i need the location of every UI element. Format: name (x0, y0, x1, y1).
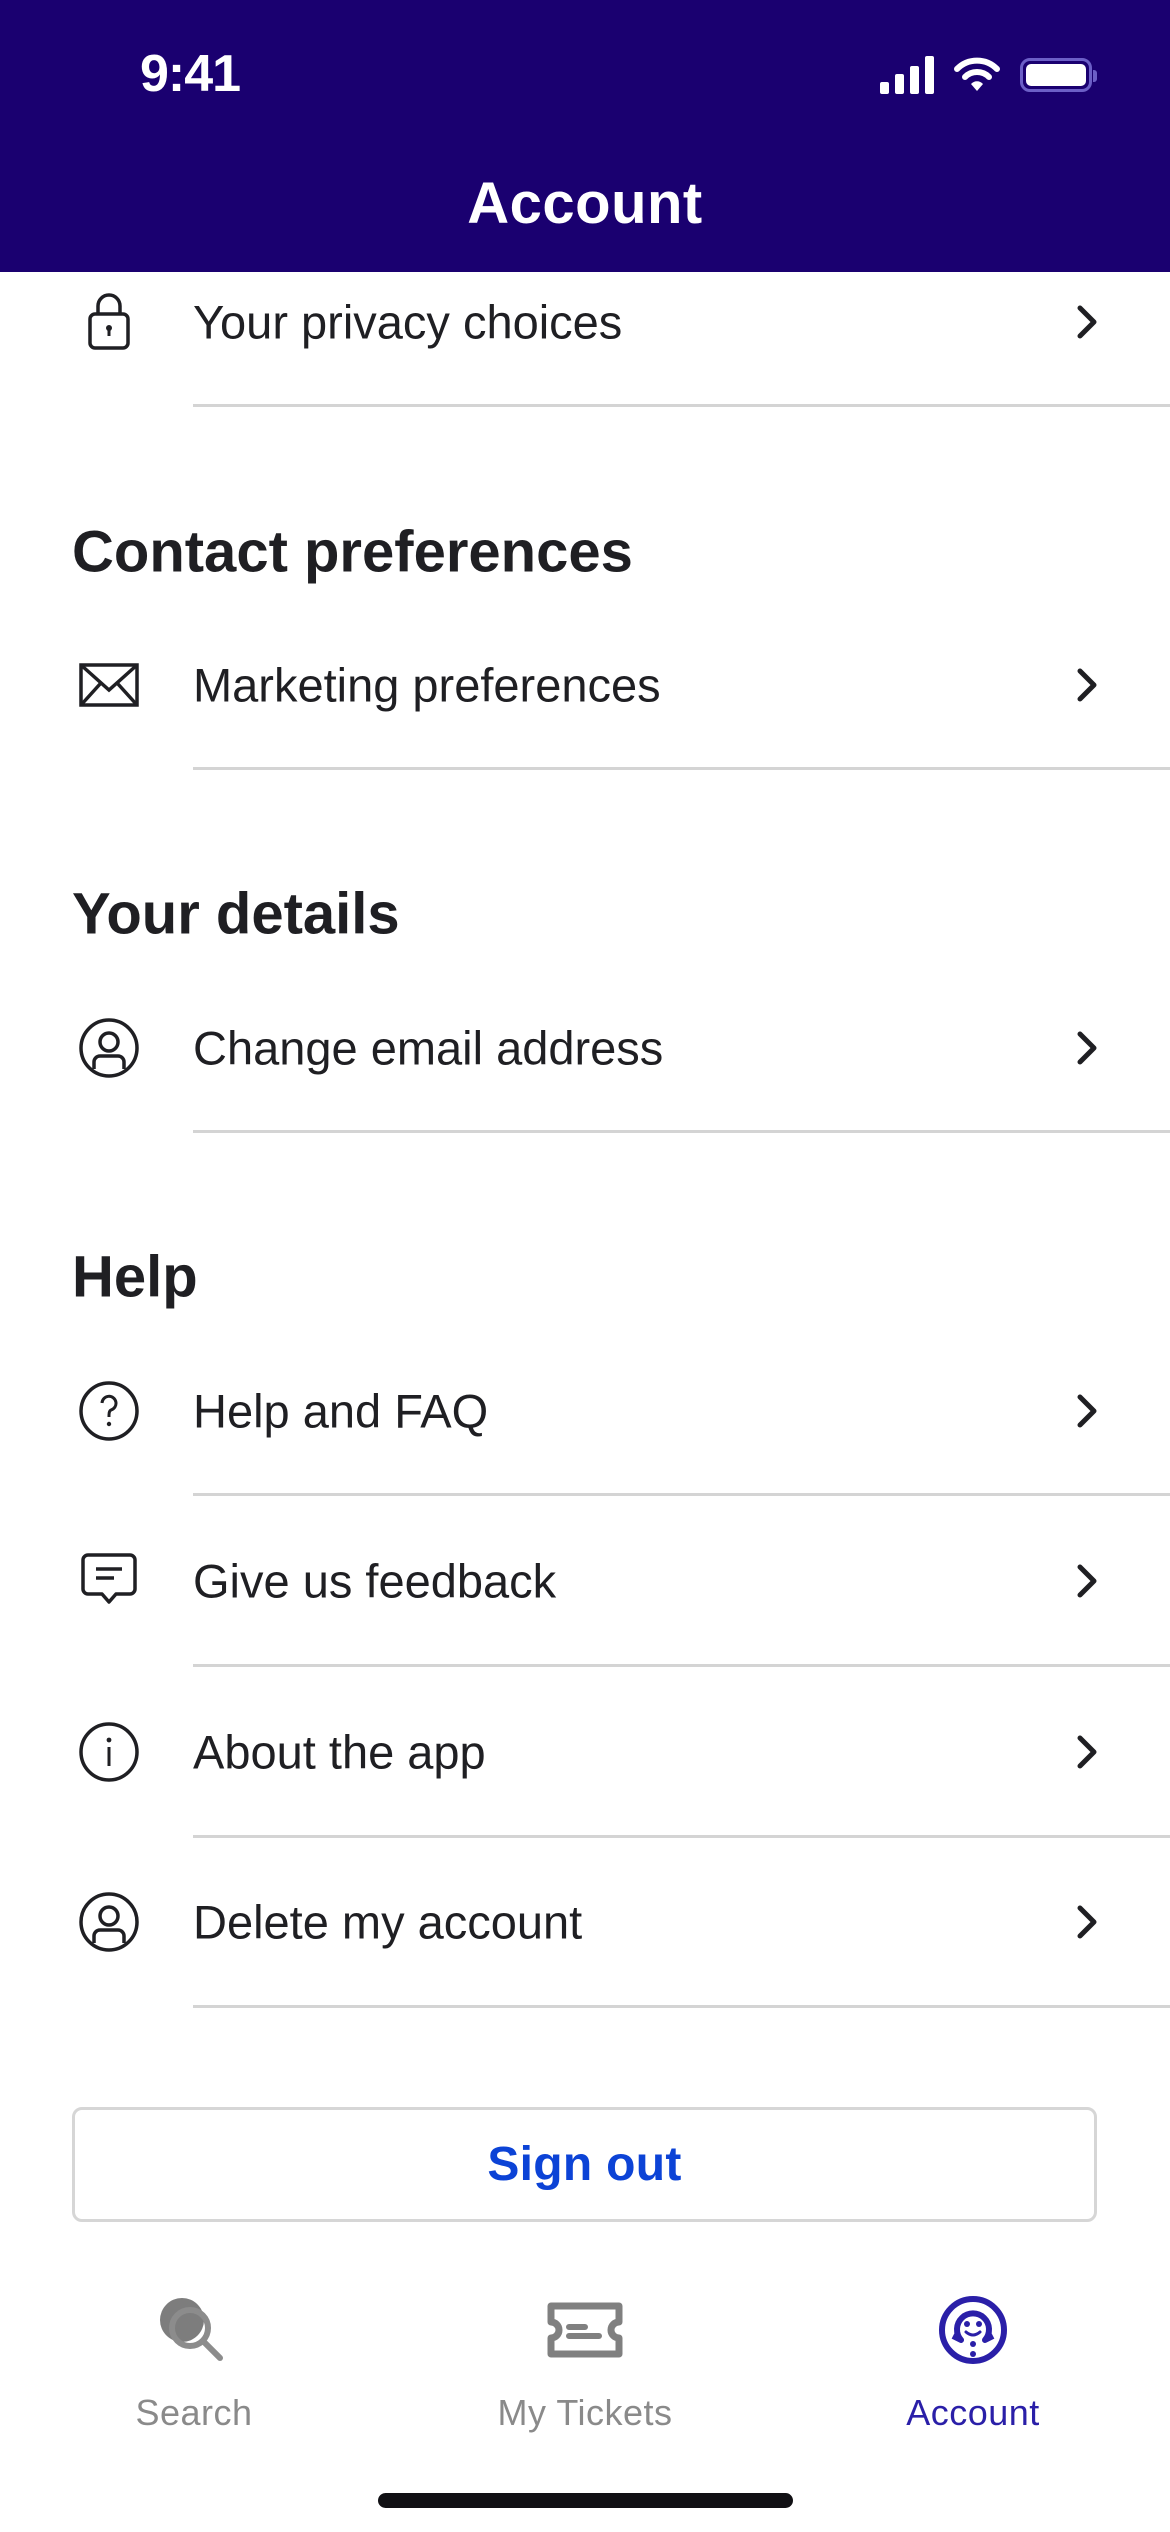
tab-label: My Tickets (497, 2392, 673, 2433)
section-title-help: Help (72, 1244, 198, 1310)
account-mascot-icon (933, 2290, 1013, 2370)
menu-item-about-app[interactable]: About the app (0, 1692, 1170, 1812)
tab-label: Account (906, 2392, 1040, 2433)
home-indicator[interactable] (378, 2493, 793, 2508)
tab-bar: Search My Tickets Account (0, 2260, 1170, 2460)
tab-account[interactable]: Account (823, 2260, 1123, 2440)
section-title-your-details: Your details (72, 881, 400, 947)
divider (193, 1130, 1170, 1133)
divider (193, 767, 1170, 770)
divider (193, 2005, 1170, 2008)
section-title-contact-preferences: Contact preferences (72, 519, 633, 585)
menu-item-label: About the app (193, 1725, 486, 1779)
chevron-right-icon (1077, 1031, 1097, 1065)
menu-item-label: Give us feedback (193, 1554, 557, 1608)
menu-item-give-feedback[interactable]: Give us feedback (0, 1521, 1170, 1641)
menu-item-privacy-choices[interactable]: Your privacy choices (0, 262, 1170, 382)
chevron-right-icon (1077, 1905, 1097, 1939)
ticket-icon (545, 2290, 625, 2370)
chat-bubble-icon (74, 1546, 144, 1616)
menu-item-label: Marketing preferences (193, 658, 661, 712)
info-circle-icon (74, 1717, 144, 1787)
battery-icon (1020, 58, 1097, 92)
user-circle-icon (74, 1887, 144, 1957)
page-title: Account (467, 171, 703, 236)
chevron-right-icon (1077, 1735, 1097, 1769)
menu-item-label: Change email address (193, 1021, 664, 1075)
divider (193, 1835, 1170, 1838)
cellular-signal-icon (880, 56, 934, 94)
lock-icon (74, 287, 144, 357)
app-header: 9:41 Account (0, 0, 1170, 272)
menu-item-change-email[interactable]: Change email address (0, 988, 1170, 1108)
user-circle-icon (74, 1013, 144, 1083)
menu-item-label: Help and FAQ (193, 1384, 489, 1438)
chevron-right-icon (1077, 1394, 1097, 1428)
status-time: 9:41 (140, 45, 241, 103)
chevron-right-icon (1077, 668, 1097, 702)
menu-item-label: Your privacy choices (193, 295, 623, 349)
chevron-right-icon (1077, 1564, 1097, 1598)
divider (193, 404, 1170, 407)
divider (193, 1664, 1170, 1667)
status-icons (880, 56, 1097, 94)
tab-label: Search (135, 2392, 253, 2433)
envelope-icon (74, 650, 144, 720)
question-circle-icon (74, 1376, 144, 1446)
menu-item-help-faq[interactable]: Help and FAQ (0, 1351, 1170, 1471)
wifi-icon (954, 57, 1000, 91)
search-icon (154, 2290, 234, 2370)
tab-search[interactable]: Search (44, 2260, 344, 2440)
sign-out-button[interactable]: Sign out (72, 2107, 1097, 2222)
menu-item-label: Delete my account (193, 1895, 583, 1949)
chevron-right-icon (1077, 305, 1097, 339)
menu-item-delete-account[interactable]: Delete my account (0, 1862, 1170, 1982)
divider (193, 1493, 1170, 1496)
menu-item-marketing-preferences[interactable]: Marketing preferences (0, 625, 1170, 745)
tab-my-tickets[interactable]: My Tickets (435, 2260, 735, 2440)
